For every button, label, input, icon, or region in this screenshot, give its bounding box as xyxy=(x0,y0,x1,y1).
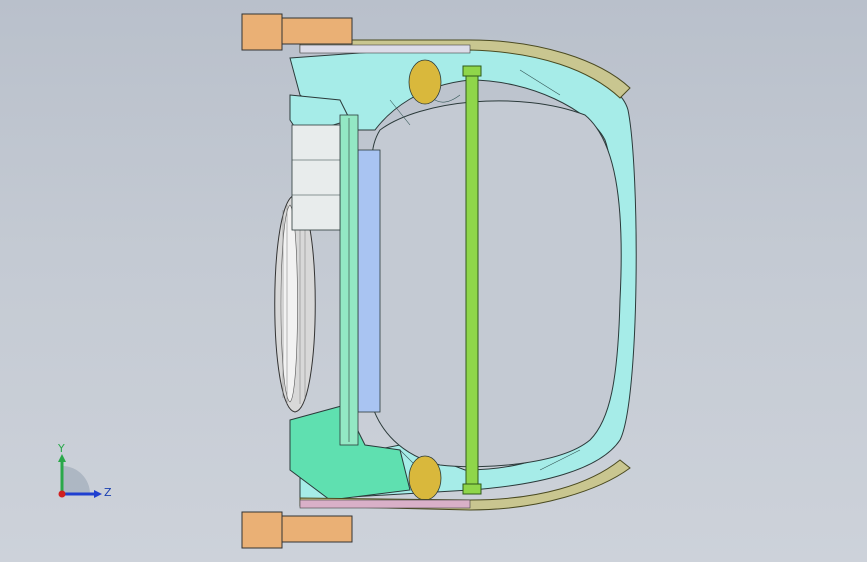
upper-yellow-bracket xyxy=(408,59,442,105)
y-axis-label: Y xyxy=(58,442,65,455)
center-vertical-bar xyxy=(465,67,479,491)
x-axis-dot xyxy=(58,490,66,498)
car-front-structure-model[interactable] xyxy=(0,0,867,562)
lower-yellow-bracket xyxy=(408,455,442,501)
axis-triad: Y Z xyxy=(44,438,124,518)
z-axis-label: Z xyxy=(104,486,112,499)
side-inner-panel xyxy=(357,149,381,413)
radiator-box xyxy=(291,124,341,231)
3d-viewport[interactable]: Y Z xyxy=(0,0,867,562)
bottom-crash-block xyxy=(241,511,353,549)
